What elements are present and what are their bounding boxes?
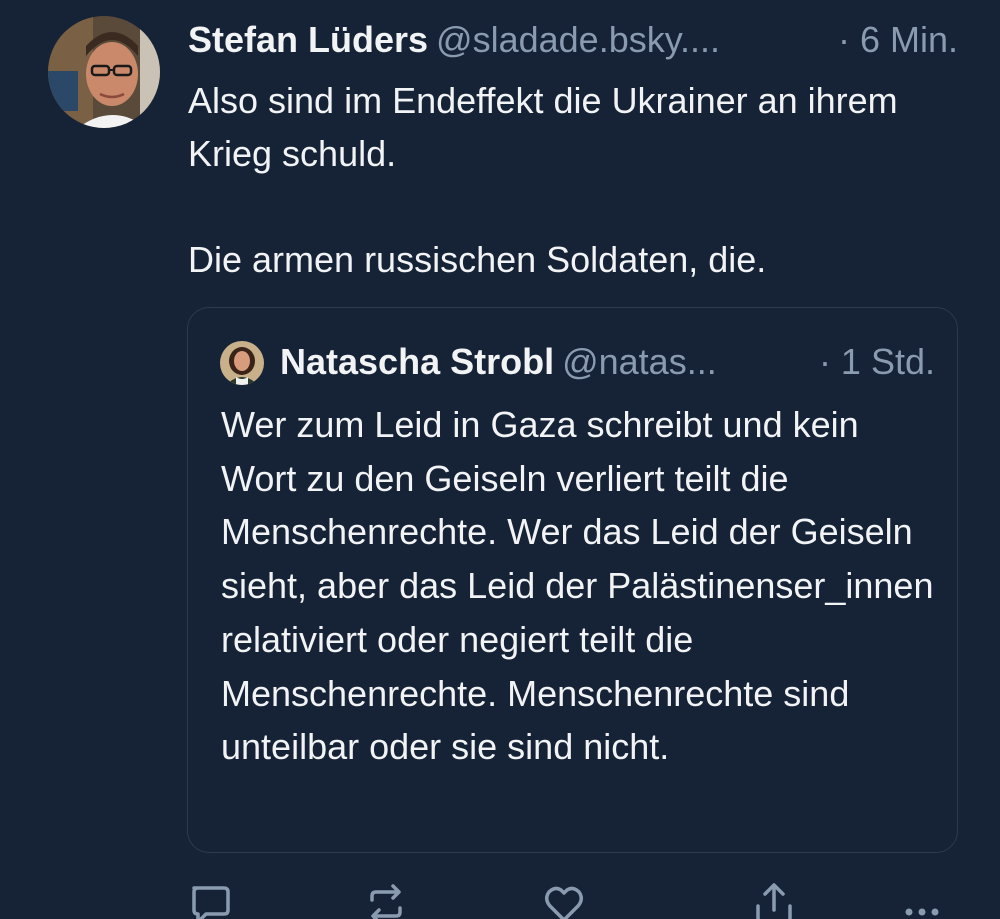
user-photo-avatar-icon — [220, 341, 264, 385]
share-button[interactable] — [752, 882, 796, 919]
reply-button[interactable] — [188, 882, 232, 919]
repost-button[interactable] — [364, 882, 408, 919]
like-button[interactable] — [542, 882, 586, 919]
author-avatar[interactable] — [48, 16, 160, 128]
share-icon — [756, 883, 792, 919]
quoted-author-handle[interactable]: @natas... — [562, 341, 717, 382]
reply-icon — [192, 886, 230, 919]
quoted-post-body: Wer zum Leid in Gaza schreibt und kein W… — [221, 404, 934, 768]
quoted-post[interactable]: Natascha Strobl @natas... · 1 Std. Wer zu… — [187, 307, 958, 853]
feed-post[interactable]: Stefan Lüders @sladade.bsky.... · 6 Min. … — [0, 0, 1000, 919]
more-icon — [905, 908, 939, 916]
quoted-post-header: Natascha Strobl @natas... · 1 Std. — [280, 338, 935, 386]
author-name[interactable]: Stefan Lüders — [188, 19, 428, 60]
post-paragraph: Also sind im Endeffekt die Ukrainer an i… — [188, 80, 898, 174]
post-timestamp[interactable]: · 6 Min. — [838, 16, 958, 64]
more-button[interactable] — [900, 882, 944, 919]
quoted-post-timestamp[interactable]: · 1 Std. — [819, 338, 935, 386]
author-handle[interactable]: @sladade.bsky.... — [436, 19, 720, 60]
post-actions — [188, 876, 968, 919]
like-icon — [545, 886, 583, 919]
quoted-author-avatar[interactable] — [220, 341, 264, 385]
post-paragraph: Die armen russischen Soldaten, die. — [188, 239, 767, 280]
repost-icon — [370, 884, 402, 919]
quoted-author-name[interactable]: Natascha Strobl — [280, 341, 554, 382]
user-photo-avatar-icon — [48, 16, 160, 128]
post-header: Stefan Lüders @sladade.bsky.... · 6 Min. — [188, 16, 978, 64]
post-body: Also sind im Endeffekt die Ukrainer an i… — [188, 74, 968, 286]
